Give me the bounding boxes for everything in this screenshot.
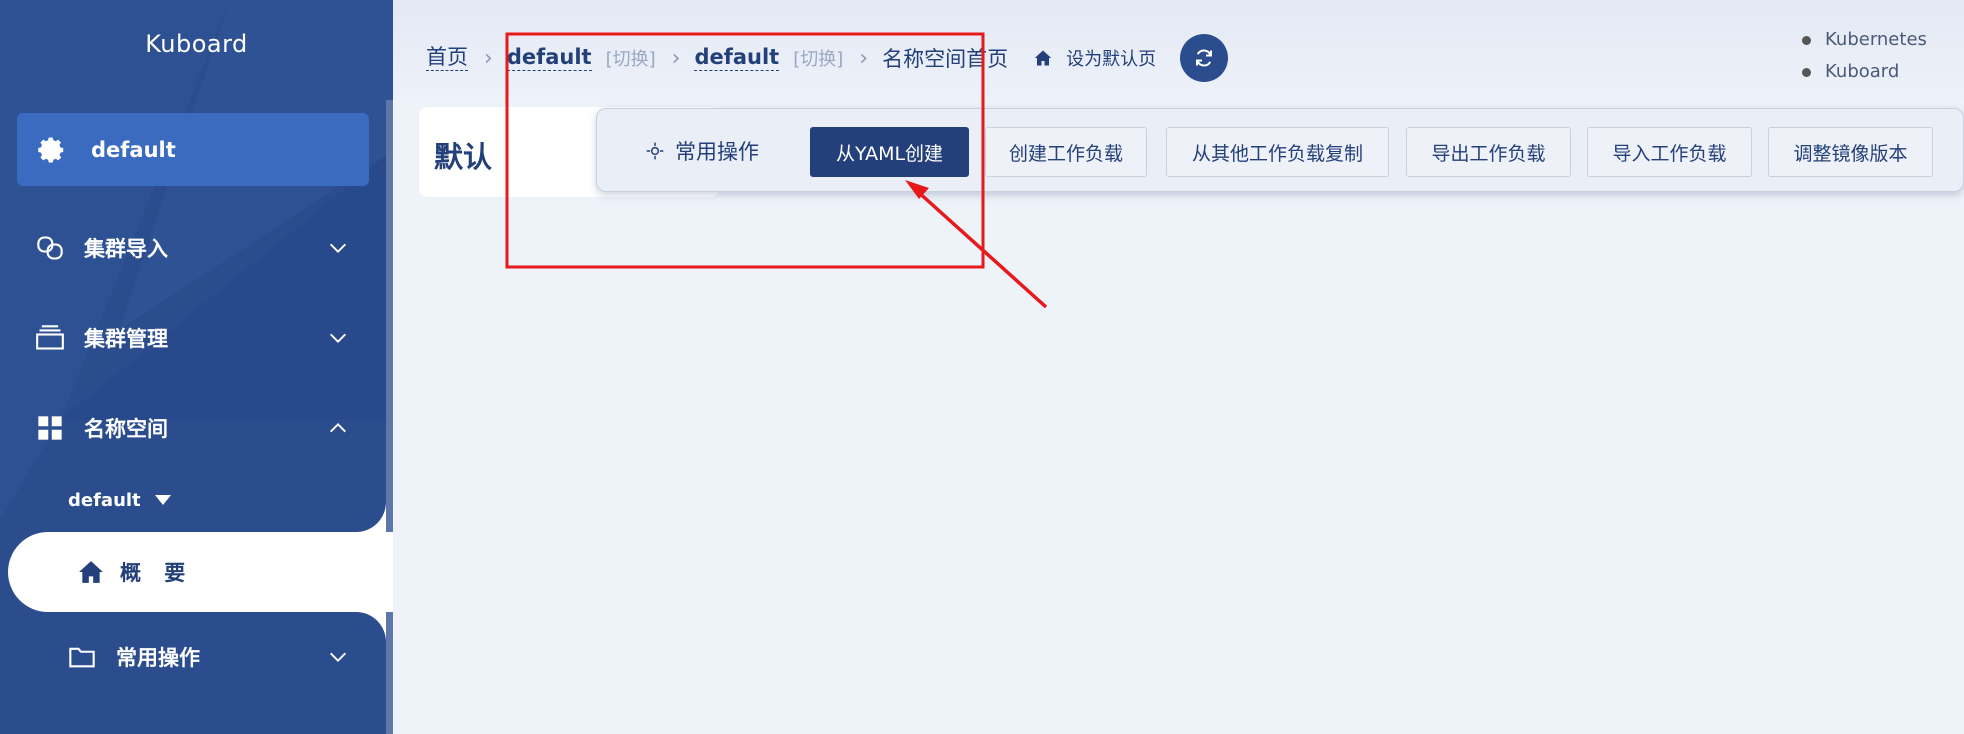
chevron-up-icon (330, 423, 346, 433)
breadcrumb-namespace[interactable]: default (694, 45, 780, 71)
toolbar-label: 常用操作 (645, 136, 759, 166)
sidebar-item-label: 集群导入 (84, 237, 168, 261)
version-label: Kubernetes (1825, 29, 1927, 50)
stack-icon (36, 325, 64, 350)
chevron-right-icon: › (484, 45, 493, 71)
namespace-select[interactable]: default (68, 485, 171, 515)
folder-icon (69, 647, 95, 668)
cluster-name: default (91, 137, 176, 162)
common-ops-toolbar: 常用操作 从YAML创建 创建工作负载 从其他工作负载复制 导出工作负载 导入工… (596, 108, 1964, 192)
gear-icon (38, 137, 64, 162)
set-default-page-button[interactable]: 设为默认页 (1034, 45, 1156, 71)
export-workload-button[interactable]: 导出工作负载 (1406, 127, 1571, 177)
version-info: Kubernetes Kuboard (1802, 24, 1927, 88)
sidebar-item-label: 概 要 (120, 561, 194, 585)
sidebar-item-cluster-import[interactable]: 集群导入 (0, 218, 386, 278)
adjust-image-version-button[interactable]: 调整镜像版本 (1768, 127, 1933, 177)
sidebar: Kuboard default 集群导入 集群管理 名称空间 default 概… (0, 0, 393, 734)
page-title: 默认 (434, 140, 493, 174)
sidebar-item-namespace[interactable]: 名称空间 (0, 398, 386, 458)
bullet-icon (1802, 35, 1811, 45)
operations-icon (646, 142, 664, 160)
breadcrumb-cluster[interactable]: default (506, 45, 592, 71)
sidebar-item-label: 集群管理 (84, 327, 168, 351)
cluster-switch-link[interactable]: [切换] (606, 45, 656, 71)
annotation-arrow-line (914, 188, 1048, 309)
breadcrumb-home[interactable]: 首页 (426, 45, 468, 71)
chevron-right-icon: › (859, 45, 869, 71)
chevron-right-icon: › (671, 45, 681, 71)
version-row: Kuboard (1802, 56, 1927, 88)
refresh-button[interactable] (1180, 34, 1229, 82)
namespace-select-value: default (68, 489, 141, 511)
sidebar-item-label: 名称空间 (84, 417, 168, 441)
namespace-switch-link[interactable]: [切换] (793, 45, 843, 71)
create-workload-button[interactable]: 创建工作负载 (985, 127, 1147, 177)
set-default-label: 设为默认页 (1066, 49, 1157, 70)
chevron-down-icon (330, 652, 346, 662)
create-from-yaml-button[interactable]: 从YAML创建 (810, 127, 969, 177)
active-item-curve (353, 497, 386, 532)
caret-down-icon (154, 495, 171, 505)
sidebar-item-label: 常用操作 (116, 646, 200, 670)
copy-workload-button[interactable]: 从其他工作负载复制 (1166, 127, 1389, 177)
home-icon (79, 561, 103, 583)
toolbar-label-text: 常用操作 (675, 140, 759, 164)
sidebar-scrollbar[interactable] (386, 100, 393, 734)
version-label: Kuboard (1825, 61, 1900, 82)
top-header: 首页 › default [切换] › default [切换] › 名称空间首… (393, 0, 1964, 100)
home-icon (1034, 50, 1052, 66)
refresh-icon (1196, 49, 1213, 67)
chevron-down-icon (330, 243, 346, 253)
chevron-down-icon (330, 333, 346, 343)
link-icon (37, 236, 63, 260)
breadcrumb: 首页 › default [切换] › default [切换] › 名称空间首… (426, 34, 1229, 82)
breadcrumb-current: 名称空间首页 (882, 47, 1009, 71)
version-row: Kubernetes (1802, 24, 1927, 56)
import-workload-button[interactable]: 导入工作负载 (1587, 127, 1752, 177)
cluster-selector[interactable]: default (17, 113, 369, 186)
grid-icon (38, 416, 62, 440)
sidebar-item-common-ops[interactable]: 常用操作 (0, 627, 386, 687)
brand-logo: Kuboard (145, 30, 248, 58)
bullet-icon (1802, 67, 1811, 77)
sidebar-item-overview[interactable]: 概 要 (8, 532, 393, 612)
sidebar-item-cluster-management[interactable]: 集群管理 (0, 308, 386, 368)
